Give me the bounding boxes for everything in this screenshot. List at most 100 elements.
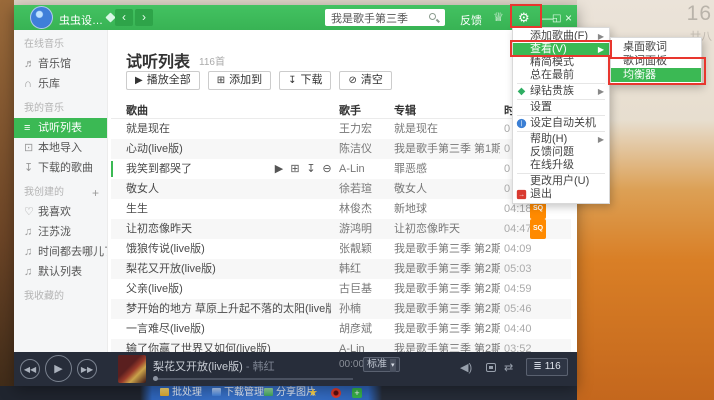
sidebar-item[interactable]: ≡试听列表 bbox=[14, 118, 107, 138]
sidebar-item[interactable]: ♬音乐馆 bbox=[14, 54, 107, 74]
menu-separator bbox=[517, 83, 605, 84]
taskbar-item-icon bbox=[264, 388, 273, 396]
desktop-background-left bbox=[0, 0, 14, 400]
vip-crown-icon[interactable]: ♕ bbox=[493, 10, 504, 24]
menu-item[interactable]: 帮助(H)▶ bbox=[513, 133, 609, 146]
previous-button[interactable]: ◀◀ bbox=[20, 359, 40, 379]
menu-item[interactable]: 在线升级 bbox=[513, 159, 609, 172]
menu-item-label: 更改用户(U) bbox=[530, 175, 589, 187]
menu-item[interactable]: ∣设定自动关机 bbox=[513, 117, 609, 130]
playlist-button[interactable]: ≣116 bbox=[526, 358, 568, 376]
submenu-item-label: 桌面歌词 bbox=[623, 41, 667, 53]
tray-add-icon[interactable]: + bbox=[352, 388, 362, 398]
feedback-link[interactable]: 反馈 bbox=[460, 12, 482, 28]
menu-item[interactable]: →退出 bbox=[513, 188, 609, 201]
sidebar-item-label: 音乐馆 bbox=[38, 58, 71, 70]
toolbar-button[interactable]: ⊘清空 bbox=[339, 71, 391, 90]
tray-camera-icon[interactable] bbox=[331, 388, 341, 398]
back-button[interactable]: ‹ bbox=[115, 9, 133, 26]
now-playing: 梨花又开放(live版) - 韩红 bbox=[153, 358, 275, 374]
song-album: 我是歌手第三季 第2期 bbox=[394, 339, 500, 352]
play-icon[interactable]: ▶ bbox=[271, 159, 287, 179]
volume-icon[interactable]: ◀) bbox=[460, 361, 472, 374]
toolbar-button-label: 清空 bbox=[361, 74, 383, 86]
menu-item[interactable]: 反馈问题 bbox=[513, 146, 609, 159]
sidebar-item[interactable]: ∩乐库 bbox=[14, 74, 107, 94]
add-playlist-button[interactable]: + bbox=[92, 184, 99, 202]
sidebar-item[interactable]: ♡我喜欢 bbox=[14, 202, 107, 222]
table-row[interactable]: 输了你赢了世界又如何(live版)A-Lin我是歌手第三季 第2期03:52 bbox=[111, 339, 571, 352]
toolbar-button[interactable]: ↧下载 bbox=[279, 71, 331, 90]
sidebar-item[interactable]: ♫汪苏泷 bbox=[14, 222, 107, 242]
song-artist: 孙楠 bbox=[339, 299, 361, 319]
menu-item[interactable]: 精简模式 bbox=[513, 56, 609, 69]
add-to-icon[interactable]: ⊞ bbox=[287, 159, 303, 179]
taskbar-item[interactable]: 下载管理 bbox=[212, 387, 264, 399]
song-title: 让初恋像昨天 bbox=[126, 219, 192, 239]
progress-knob[interactable] bbox=[153, 376, 158, 381]
submenu-item[interactable]: 桌面歌词 bbox=[611, 40, 701, 54]
lyrics-icon[interactable] bbox=[486, 363, 496, 372]
add-to-icon: ⊞ bbox=[217, 75, 225, 86]
download-icon[interactable]: ↧ bbox=[303, 159, 319, 179]
next-button[interactable]: ▶▶ bbox=[77, 359, 97, 379]
music-player-window: 虫虫设… ‹ › 反馈 ♕ ⚙ — ◱ × 在线音乐♬音乐馆∩乐库我的音乐≡试听… bbox=[14, 5, 577, 386]
menu-separator bbox=[517, 115, 605, 116]
forward-button[interactable]: › bbox=[135, 9, 153, 26]
table-row[interactable]: 生生林俊杰新地球04:18SQ bbox=[111, 199, 571, 219]
album-art[interactable] bbox=[118, 355, 146, 383]
song-table: 就是现在王力宏就是现在0心动(live版)陈洁仪我是歌手第三季 第1期0我笑到都… bbox=[111, 119, 571, 352]
play-order-icon[interactable]: ⇄ bbox=[504, 361, 513, 374]
search-input[interactable] bbox=[325, 9, 445, 26]
table-row[interactable]: 梦开始的地方 草原上升起不落的太阳(live版)孙楠我是歌手第三季 第2期05:… bbox=[111, 299, 571, 319]
table-row[interactable]: 我笑到都哭了A-Lin罪恶感0▶⊞↧⊖ bbox=[111, 159, 571, 179]
mini-mode-icon[interactable]: ◱ bbox=[552, 13, 561, 24]
menu-item[interactable]: 总在最前 bbox=[513, 69, 609, 82]
song-album: 敬女人 bbox=[394, 179, 427, 199]
sidebar-item-label: 下载的歌曲 bbox=[38, 162, 93, 174]
remove-icon[interactable]: ⊖ bbox=[319, 159, 335, 179]
progress-bar[interactable] bbox=[153, 378, 353, 380]
table-row[interactable]: 饿狼传说(live版)张靓颖我是歌手第三季 第2期04:09 bbox=[111, 239, 571, 259]
table-row[interactable]: 心动(live版)陈洁仪我是歌手第三季 第1期0 bbox=[111, 139, 571, 159]
table-row[interactable]: 一言难尽(live版)胡彦斌我是歌手第三季 第2期04:40 bbox=[111, 319, 571, 339]
play-button[interactable]: ▶ bbox=[45, 355, 72, 382]
menu-item[interactable]: ◆绿钻贵族▶ bbox=[513, 85, 609, 98]
sidebar-item-label: 试听列表 bbox=[38, 122, 82, 134]
song-duration: 04:47 bbox=[504, 219, 532, 239]
table-row[interactable]: 敬女人徐若瑄敬女人0 bbox=[111, 179, 571, 199]
menu-item[interactable]: 更改用户(U) bbox=[513, 175, 609, 188]
menu-item[interactable]: 设置 bbox=[513, 101, 609, 114]
header-album[interactable]: 专辑 bbox=[394, 101, 416, 121]
sidebar-item[interactable]: ♫时间都去哪儿了 bbox=[14, 242, 107, 262]
header-artist[interactable]: 歌手 bbox=[339, 101, 361, 121]
taskbar-item-label: 下载管理 bbox=[224, 387, 264, 398]
song-title: 一言难尽(live版) bbox=[126, 319, 205, 339]
playlist-icon: ≣ bbox=[533, 361, 541, 372]
search-icon[interactable] bbox=[429, 13, 436, 20]
table-row[interactable]: 父亲(live版)古巨基我是歌手第三季 第2期04:59 bbox=[111, 279, 571, 299]
table-row[interactable]: 梨花又开放(live版)韩红我是歌手第三季 第2期05:03 bbox=[111, 259, 571, 279]
song-duration: 0 bbox=[504, 179, 510, 199]
download-icon: ↧ bbox=[288, 75, 296, 86]
table-row[interactable]: 让初恋像昨天游鸿明让初恋像昨天04:47SQ bbox=[111, 219, 571, 239]
header-song[interactable]: 歌曲 bbox=[126, 101, 148, 121]
calendar-day: 16 bbox=[666, 2, 712, 26]
toolbar-button[interactable]: ▶播放全部 bbox=[126, 71, 200, 90]
sidebar-item[interactable]: ♫默认列表 bbox=[14, 262, 107, 282]
close-button[interactable]: × bbox=[565, 11, 572, 25]
table-row[interactable]: 就是现在王力宏就是现在0 bbox=[111, 119, 571, 139]
avatar[interactable] bbox=[30, 6, 53, 29]
quality-selector[interactable]: 标准▾ bbox=[363, 357, 400, 372]
song-album: 我是歌手第三季 第2期 bbox=[394, 319, 500, 339]
sidebar-item[interactable]: ⊡本地导入 bbox=[14, 138, 107, 158]
song-album: 罪恶感 bbox=[394, 159, 427, 179]
toolbar-button[interactable]: ⊞添加到 bbox=[208, 71, 271, 90]
song-duration: 04:40 bbox=[504, 319, 532, 339]
sidebar-item[interactable]: ↧下载的歌曲 bbox=[14, 158, 107, 178]
song-album: 我是歌手第三季 第2期 bbox=[394, 279, 500, 299]
song-album: 新地球 bbox=[394, 199, 427, 219]
taskbar-item[interactable]: 批处理 bbox=[160, 387, 202, 399]
tray-star-icon[interactable]: ★ bbox=[308, 386, 318, 399]
song-artist: 王力宏 bbox=[339, 119, 372, 139]
